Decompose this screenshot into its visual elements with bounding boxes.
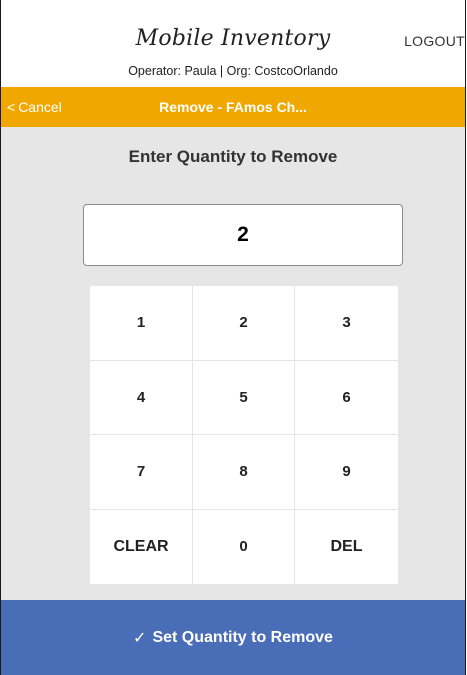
key-4[interactable]: 4: [90, 360, 193, 435]
cancel-button[interactable]: < Cancel: [7, 87, 62, 127]
chevron-left-icon: <: [7, 99, 16, 115]
key-7[interactable]: 7: [90, 435, 193, 510]
page-title: Remove - FAmos Ch...: [159, 99, 307, 115]
numeric-keypad: 1 2 3 4 5 6 7 8 9 CLEAR 0 DEL: [90, 286, 398, 584]
key-1[interactable]: 1: [90, 286, 193, 361]
key-0[interactable]: 0: [193, 509, 295, 584]
operator-info: Operator: Paula | Org: CostcoOrlando: [128, 64, 338, 78]
logout-link[interactable]: LOGOUT: [404, 33, 465, 49]
key-8[interactable]: 8: [193, 435, 295, 510]
key-3[interactable]: 3: [295, 286, 398, 361]
quantity-field[interactable]: [83, 204, 403, 266]
app-header: Mobile Inventory Operator: Paula | Org: …: [1, 0, 465, 87]
delete-key[interactable]: DEL: [295, 510, 398, 585]
app-title: Mobile Inventory: [135, 26, 331, 51]
clear-key[interactable]: CLEAR: [90, 509, 193, 584]
nav-bar: < Cancel Remove - FAmos Ch...: [1, 87, 465, 127]
cancel-label: Cancel: [18, 99, 62, 115]
app-frame: Mobile Inventory Operator: Paula | Org: …: [0, 0, 466, 675]
set-quantity-button[interactable]: ✓ Set Quantity to Remove: [1, 600, 465, 675]
key-6[interactable]: 6: [295, 361, 398, 435]
check-icon: ✓: [133, 628, 147, 647]
quantity-heading: Enter Quantity to Remove: [128, 147, 338, 166]
set-quantity-label: Set Quantity to Remove: [152, 628, 333, 646]
key-5[interactable]: 5: [193, 360, 295, 435]
key-2[interactable]: 2: [193, 286, 295, 361]
key-9[interactable]: 9: [295, 435, 398, 510]
